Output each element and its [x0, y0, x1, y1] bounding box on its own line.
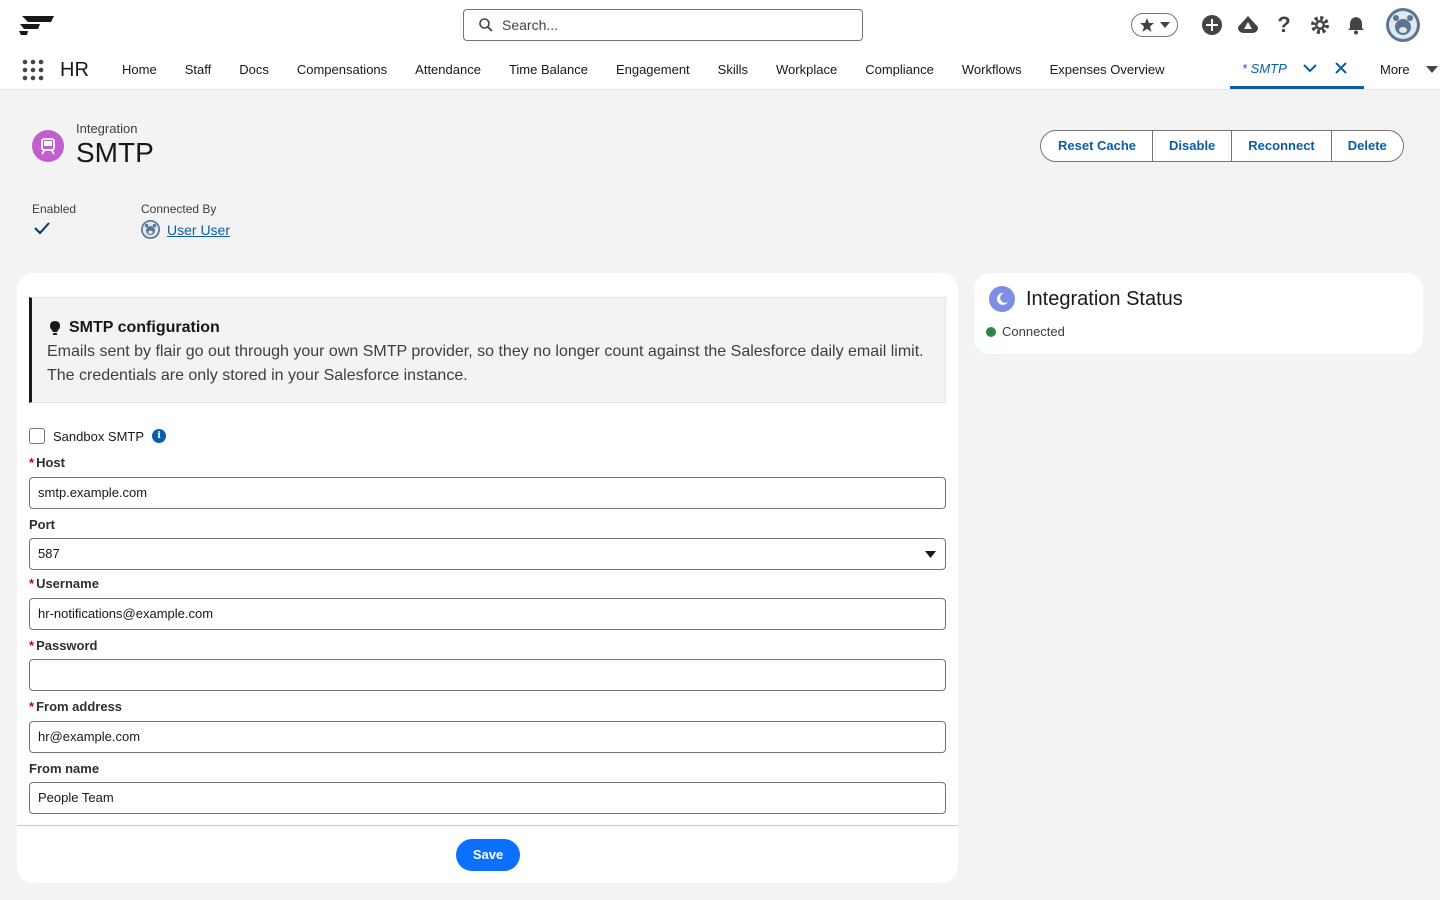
username-input[interactable]: hr-notifications@example.com	[29, 598, 946, 630]
page-eyebrow: Integration	[76, 121, 138, 136]
callout-title: SMTP configuration	[69, 319, 220, 336]
nav-item-skills[interactable]: Skills	[704, 50, 762, 90]
trailhead-icon[interactable]	[1236, 13, 1260, 37]
global-search-input[interactable]: Search...	[463, 9, 863, 41]
nav-item-docs[interactable]: Docs	[225, 50, 283, 90]
host-label: * Host	[29, 455, 65, 470]
sandbox-smtp-label: Sandbox SMTP	[53, 428, 145, 444]
nav-item-compliance[interactable]: Compliance	[851, 50, 948, 90]
host-label-text: Host	[36, 455, 65, 470]
from-name-input[interactable]: People Team	[29, 782, 946, 814]
integration-icon	[32, 130, 64, 162]
chevron-down-icon	[1425, 66, 1438, 73]
help-glyph: ?	[1277, 12, 1291, 37]
lightbulb-icon	[50, 321, 60, 335]
highlight-enabled: Enabled	[32, 202, 76, 235]
favorites-button[interactable]	[1131, 13, 1178, 37]
reconnect-button[interactable]: Reconnect	[1231, 131, 1330, 161]
callout-body: Emails sent by flair go out through your…	[47, 343, 924, 384]
nav-item-workflows[interactable]: Workflows	[948, 50, 1036, 90]
tab-smtp-label: * SMTP	[1242, 60, 1287, 76]
required-asterisk: *	[29, 638, 35, 653]
checkmark-icon	[34, 222, 50, 235]
nav-bar: Home Staff Docs Compensations Attendance…	[108, 50, 1178, 90]
from-address-input[interactable]: hr@example.com	[29, 721, 946, 753]
nav-item-staff[interactable]: Staff	[171, 50, 226, 90]
username-label-text: Username	[36, 576, 99, 591]
app-name: HR	[60, 59, 89, 81]
header-actions: Reset Cache Disable Reconnect Delete	[1040, 130, 1404, 162]
reset-cache-button[interactable]: Reset Cache	[1041, 131, 1152, 161]
port-select[interactable]: 587	[29, 538, 946, 570]
header-utilities: ?	[1131, 8, 1420, 42]
moon-icon	[989, 286, 1015, 312]
sandbox-smtp-checkbox[interactable]	[29, 428, 45, 444]
disable-button[interactable]: Disable	[1152, 131, 1231, 161]
port-label: Port	[29, 517, 55, 532]
password-label-text: Password	[36, 638, 98, 653]
required-asterisk: *	[29, 455, 35, 470]
from-address-label-text: From address	[36, 699, 123, 714]
status-dot	[986, 326, 996, 337]
highlight-connected-by: Connected By User User	[141, 202, 230, 239]
flair-logo[interactable]	[18, 14, 56, 36]
search-placeholder: Search...	[502, 17, 559, 33]
nav-more-label: More	[1380, 62, 1410, 77]
password-label: * Password	[29, 638, 97, 653]
chevron-down-icon	[1160, 22, 1171, 28]
connected-by-user-link[interactable]: User User	[167, 222, 230, 238]
global-header: Search... ? HR Home Staff Docs Compensat…	[0, 0, 1440, 90]
add-icon[interactable]	[1200, 13, 1224, 37]
smtp-config-callout: SMTP configuration Emails sent by flair …	[29, 297, 946, 403]
nav-item-compensations[interactable]: Compensations	[283, 50, 401, 90]
star-icon	[1139, 18, 1154, 32]
help-icon[interactable]: ?	[1272, 12, 1296, 37]
integration-status-card: Integration Status Connected	[974, 273, 1423, 354]
from-name-label: From name	[29, 761, 100, 776]
nav-item-time-balance[interactable]: Time Balance	[495, 50, 602, 90]
port-value: 587	[38, 546, 60, 561]
password-input[interactable]	[29, 659, 946, 691]
setup-gear-icon[interactable]	[1308, 13, 1332, 37]
username-label: * Username	[29, 576, 99, 591]
close-icon[interactable]	[1335, 62, 1347, 74]
tab-smtp[interactable]: * SMTP	[1230, 50, 1364, 89]
status-text: Connected	[1002, 324, 1065, 339]
sandbox-smtp-row: Sandbox SMTP i	[29, 428, 167, 444]
required-asterisk: *	[29, 576, 35, 591]
nav-item-attendance[interactable]: Attendance	[401, 50, 495, 90]
card-footer: Save	[17, 825, 958, 883]
page-title: SMTP	[76, 137, 154, 168]
nav-item-workplace[interactable]: Workplace	[762, 50, 851, 90]
delete-button[interactable]: Delete	[1330, 131, 1403, 161]
app-launcher-icon[interactable]	[22, 59, 44, 81]
notifications-bell-icon[interactable]	[1344, 13, 1368, 37]
save-button[interactable]: Save	[456, 839, 520, 871]
user-avatar-small	[141, 220, 160, 239]
nav-item-home[interactable]: Home	[108, 50, 171, 90]
chevron-down-icon[interactable]	[1303, 61, 1317, 75]
smtp-config-card: SMTP configuration Emails sent by flair …	[17, 273, 958, 883]
nav-item-engagement[interactable]: Engagement	[602, 50, 704, 90]
from-address-label: * From address	[29, 699, 122, 714]
chevron-down-icon	[925, 551, 936, 558]
user-avatar[interactable]	[1386, 8, 1420, 42]
connected-by-label: Connected By	[141, 202, 217, 216]
nav-more-menu[interactable]: More	[1380, 50, 1438, 90]
required-asterisk: *	[29, 699, 35, 714]
info-icon[interactable]: i	[152, 429, 167, 443]
host-input[interactable]: smtp.example.com	[29, 477, 946, 509]
search-icon	[479, 18, 493, 32]
enabled-label: Enabled	[32, 202, 77, 216]
status-card-title: Integration Status	[1026, 287, 1183, 310]
nav-item-expenses-overview[interactable]: Expenses Overview	[1036, 50, 1179, 90]
status-indicator: Connected	[986, 324, 1065, 339]
